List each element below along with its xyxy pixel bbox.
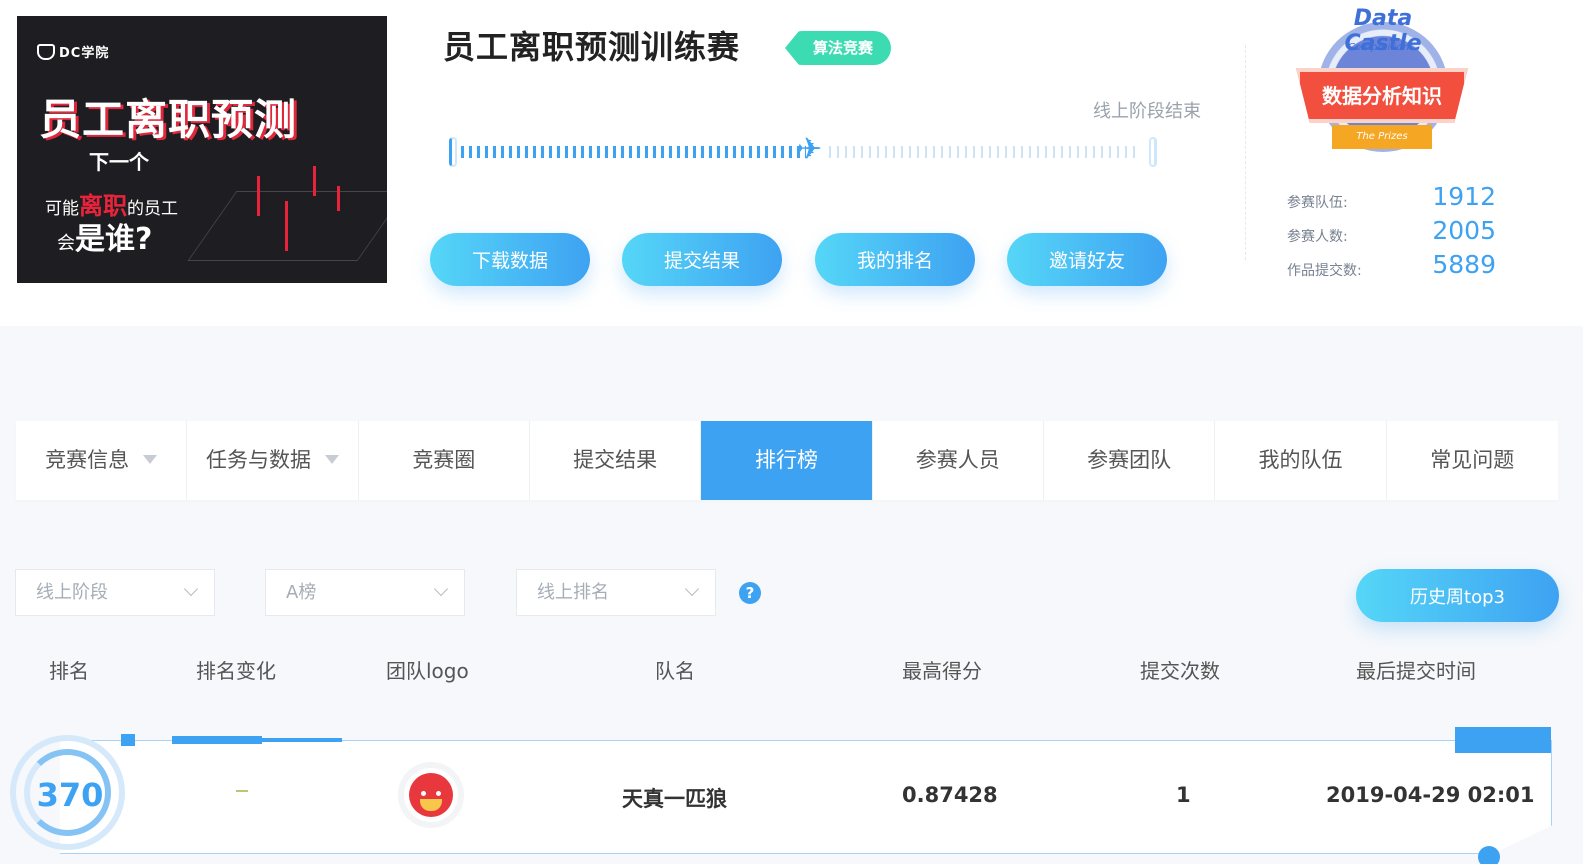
header-divider — [1245, 45, 1246, 260]
column-header-rank: 排名 — [49, 659, 89, 683]
stat-participants: 参赛人数: 2005 — [1287, 216, 1502, 250]
stat-teams: 参赛队伍: 1912 — [1287, 182, 1502, 216]
tab-my-team[interactable]: 我的队伍 — [1215, 421, 1387, 500]
column-header-team-name: 队名 — [655, 659, 695, 683]
download-data-button[interactable]: 下载数据 — [430, 233, 590, 286]
tab-leaderboard[interactable]: 排行榜 — [701, 421, 873, 500]
tab-participants[interactable]: 参赛人员 — [873, 421, 1044, 500]
competition-title: 员工离职预测训练赛 — [443, 28, 741, 66]
stat-value: 1912 — [1432, 182, 1496, 211]
competition-stats: 参赛队伍: 1912 参赛人数: 2005 作品提交数: 5889 — [1287, 182, 1502, 284]
avatar-eye — [436, 791, 441, 796]
submission-count: 1 — [1176, 783, 1191, 807]
chevron-down-icon — [684, 581, 700, 597]
progress-completed-track — [461, 146, 806, 158]
stat-submissions: 作品提交数: 5889 — [1287, 250, 1502, 284]
tab-task-and-data[interactable]: 任务与数据 — [187, 421, 359, 500]
row-decor-corner — [1455, 727, 1551, 753]
chevron-down-icon — [183, 581, 199, 597]
column-header-submission-count: 提交次数 — [1140, 659, 1220, 683]
stat-label: 参赛人数: — [1287, 229, 1348, 245]
row-decor-dot — [1478, 846, 1500, 864]
submit-results-button[interactable]: 提交结果 — [622, 233, 782, 286]
banner-decor-line — [257, 176, 260, 216]
my-ranking-button[interactable]: 我的排名 — [815, 233, 975, 286]
competition-tabs: 竞赛信息 任务与数据 竞赛圈 提交结果 排行榜 参赛人员 参赛团队 我的队伍 常… — [16, 421, 1558, 500]
red-devil-avatar-icon — [409, 773, 453, 817]
row-decor-bar — [172, 736, 262, 744]
progress-remaining-track — [829, 146, 1139, 158]
avatar-eye — [421, 791, 426, 796]
stage-select[interactable]: 线上阶段 — [15, 569, 215, 616]
caret-down-icon — [143, 455, 158, 464]
best-score: 0.87428 — [902, 783, 998, 807]
competition-type-tag: 算法竞赛 — [785, 31, 892, 65]
tab-competition-circle[interactable]: 竞赛圈 — [359, 421, 530, 500]
airplane-icon: ✈ — [797, 132, 823, 167]
history-weekly-top3-button[interactable]: 历史周top3 — [1356, 569, 1559, 622]
progress-start-cap — [449, 137, 457, 167]
stage-progress-bar: ✈ — [449, 132, 1157, 167]
banner-line-3: 会是谁? — [57, 222, 153, 257]
chevron-down-icon — [433, 581, 449, 597]
progress-end-cap — [1149, 137, 1157, 167]
caret-down-icon — [324, 455, 339, 464]
competition-banner-image: DC学院 员工离职预测 下一个 可能离职的员工 会是谁? — [17, 16, 387, 283]
stat-label: 参赛队伍: — [1287, 195, 1348, 211]
shield-icon — [37, 44, 55, 60]
banner-decor-line — [313, 166, 316, 196]
competition-header: DC学院 员工离职预测 下一个 可能离职的员工 会是谁? 员工离职预测训练赛 算… — [0, 0, 1583, 326]
table-row[interactable]: 370 天真一匹狼 0.87428 1 2019-04-29 02:01 — [0, 720, 1583, 864]
ranking-type-select[interactable]: 线上排名 — [516, 569, 716, 616]
badge-prizes-ribbon: The Prizes — [1332, 125, 1432, 149]
banner-line-1: 下一个 — [89, 150, 149, 174]
stat-value: 5889 — [1432, 250, 1496, 279]
invite-friends-button[interactable]: 邀请好友 — [1007, 233, 1167, 286]
tab-submit-results[interactable]: 提交结果 — [530, 421, 702, 500]
team-name[interactable]: 天真一匹狼 — [622, 783, 727, 813]
board-select-value: A榜 — [286, 582, 317, 603]
last-submit-time: 2019-04-29 02:01 — [1326, 783, 1535, 807]
stage-select-value: 线上阶段 — [36, 582, 108, 603]
tab-faq[interactable]: 常见问题 — [1387, 421, 1558, 500]
column-header-last-submit-time: 最后提交时间 — [1356, 659, 1476, 683]
stat-label: 作品提交数: — [1287, 263, 1362, 279]
help-icon[interactable]: ? — [739, 582, 761, 604]
rank-value: 370 — [36, 776, 104, 814]
tab-teams[interactable]: 参赛团队 — [1044, 421, 1216, 500]
stage-status-label: 线上阶段结束 — [1093, 101, 1201, 122]
ranking-type-select-value: 线上排名 — [537, 582, 609, 603]
banner-title: 员工离职预测 — [39, 95, 298, 144]
row-decor-square — [121, 734, 135, 746]
column-header-rank-change: 排名变化 — [196, 659, 276, 683]
board-select[interactable]: A榜 — [265, 569, 465, 616]
badge-arc-subtext: Competition — [1348, 42, 1410, 53]
column-header-team-logo: 团队logo — [386, 659, 469, 683]
rank-change-dash — [236, 790, 248, 792]
data-castle-competition-badge: Data Castle Competition 数据分析知识 The Prize… — [1290, 6, 1475, 176]
badge-ribbon: 数据分析知识 — [1296, 68, 1468, 123]
stat-value: 2005 — [1432, 216, 1496, 245]
dc-academy-logo: DC学院 — [37, 42, 109, 61]
team-logo-avatar — [398, 762, 464, 828]
banner-decor-line — [337, 186, 340, 211]
banner-decor-line — [285, 201, 288, 251]
avatar-mouth — [420, 799, 442, 811]
tab-competition-info[interactable]: 竞赛信息 — [16, 421, 188, 500]
column-header-best-score: 最高得分 — [902, 659, 982, 683]
